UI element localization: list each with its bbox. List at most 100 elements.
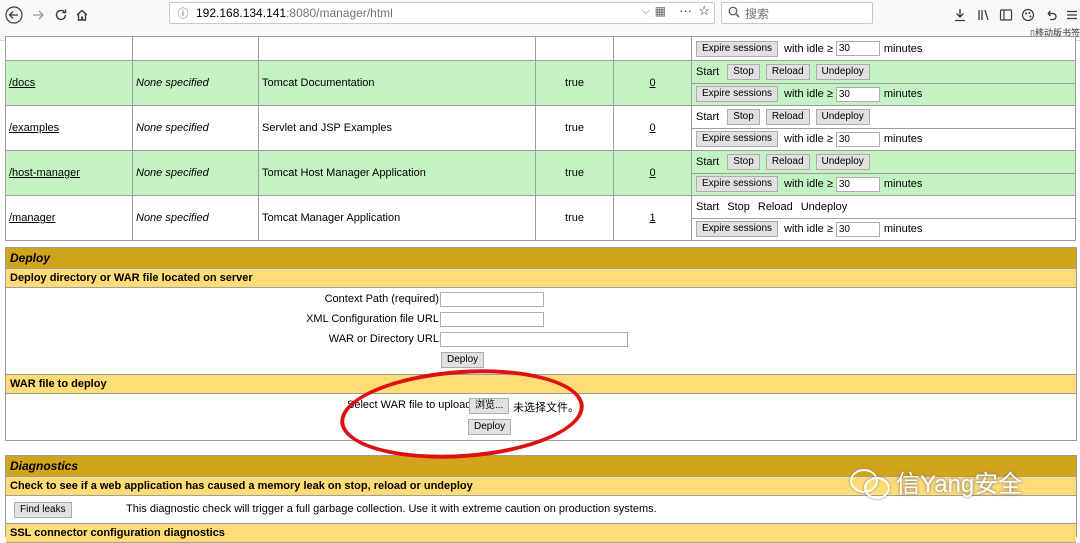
find-leaks-button[interactable]: Find leaks xyxy=(14,502,72,518)
minutes-label: minutes xyxy=(883,178,923,190)
ssl-subtitle: SSL connector configuration diagnostics xyxy=(6,523,1076,543)
with-idle-label: with idle ≥ xyxy=(784,88,833,100)
search-placeholder: 搜索 xyxy=(745,6,770,21)
app-path-link[interactable]: /docs xyxy=(9,77,35,89)
expire-sessions-button[interactable]: Expire sessions xyxy=(696,221,779,237)
watermark: 信Yang安全 xyxy=(850,464,1022,499)
start-text: Start xyxy=(696,201,720,213)
deploy-title: Deploy xyxy=(6,248,1076,269)
reload-button[interactable]: Reload xyxy=(765,109,810,125)
undeploy-button[interactable]: Undeploy xyxy=(815,154,870,170)
search-bar[interactable]: 搜索 xyxy=(721,2,873,24)
undeploy-text: Undeploy xyxy=(800,201,848,213)
applications-table: Expire sessions with idle ≥30 minutes/docs… xyxy=(5,36,1076,241)
idle-minutes-input[interactable]: 30 xyxy=(835,41,880,56)
app-path-link[interactable]: /manager xyxy=(9,212,55,224)
app-running: true xyxy=(565,212,584,224)
expire-sessions-button[interactable]: Expire sessions xyxy=(696,131,779,147)
app-row: /examples None specified Servlet and JSP E… xyxy=(5,105,1076,151)
page-actions-icon[interactable]: ··· xyxy=(679,3,692,18)
minutes-label: minutes xyxy=(883,88,923,100)
library-icon[interactable] xyxy=(974,5,994,25)
idle-minutes-input[interactable]: 30 xyxy=(835,221,880,237)
with-idle-label: with idle ≥ xyxy=(784,42,833,55)
app-path-link[interactable]: /host-manager xyxy=(9,167,80,179)
reload-button[interactable]: Reload xyxy=(765,64,810,80)
app-version: None specified xyxy=(136,122,209,134)
expire-row: Expire sessions with idle ≥30 minutes xyxy=(692,129,1075,150)
deploy-server-subtitle: Deploy directory or WAR file located on … xyxy=(6,269,1076,288)
xml-config-label: XML Configuration file URL: xyxy=(306,313,442,325)
app-display-name: Tomcat Documentation xyxy=(262,77,375,89)
app-path-link[interactable]: /examples xyxy=(9,122,59,134)
expire-row: Expire sessions with idle ≥30 minutes xyxy=(692,38,1075,59)
minutes-label: minutes xyxy=(883,223,923,235)
app-commands: Start Stop Reload Undeploy xyxy=(692,197,1075,219)
minutes-label: minutes xyxy=(883,133,923,145)
stop-text: Stop xyxy=(727,201,750,213)
app-commands: Start Stop Reload Undeploy xyxy=(692,152,1075,174)
idle-minutes-input[interactable]: 30 xyxy=(835,86,880,102)
undeploy-button[interactable]: Undeploy xyxy=(815,64,870,80)
start-text: Start xyxy=(696,156,720,168)
app-display-name: Servlet and JSP Examples xyxy=(262,122,393,134)
start-text: Start xyxy=(696,66,720,78)
expire-sessions-button[interactable]: Expire sessions xyxy=(696,40,779,57)
stop-button[interactable]: Stop xyxy=(727,154,760,170)
back-icon[interactable] xyxy=(4,5,24,25)
expire-row: Expire sessions with idle ≥30 minutes xyxy=(692,219,1075,240)
app-commands: Start Stop Reload Undeploy xyxy=(692,62,1075,84)
site-info-icon[interactable]: ⓘ xyxy=(174,5,192,21)
war-dir-input[interactable] xyxy=(440,332,628,347)
reload-icon[interactable] xyxy=(51,5,71,25)
stop-button[interactable]: Stop xyxy=(727,64,760,80)
app-commands: Start Stop Reload Undeploy xyxy=(692,107,1075,129)
url-bar[interactable]: ⓘ 192.168.134.141:8080/manager/html ⌵ ▦ … xyxy=(169,2,715,24)
app-row: Expire sessions with idle ≥30 minutes xyxy=(5,36,1076,61)
menu-icon[interactable] xyxy=(1062,5,1080,25)
undeploy-button[interactable]: Undeploy xyxy=(815,109,870,125)
reload-button[interactable]: Reload xyxy=(765,154,810,170)
expire-sessions-button[interactable]: Expire sessions xyxy=(696,86,779,102)
chevron-down-icon[interactable]: ⌵ xyxy=(642,5,650,18)
sidebar-icon[interactable] xyxy=(996,5,1016,25)
app-row: /manager None specified Tomcat Manager App… xyxy=(5,195,1076,241)
app-sessions-link[interactable]: 0 xyxy=(649,122,655,134)
qr-code-icon[interactable]: ▦ xyxy=(655,4,666,18)
expire-row: Expire sessions with idle ≥30 minutes xyxy=(692,84,1075,105)
stop-button[interactable]: Stop xyxy=(727,109,760,125)
undo-icon[interactable] xyxy=(1041,5,1061,25)
with-idle-label: with idle ≥ xyxy=(784,133,833,145)
leak-note: This diagnostic check will trigger a ful… xyxy=(126,503,657,515)
app-sessions-link[interactable]: 0 xyxy=(649,77,655,89)
idle-minutes-input[interactable]: 30 xyxy=(835,131,880,147)
forward-icon[interactable] xyxy=(28,5,48,25)
app-sessions-link[interactable]: 0 xyxy=(649,167,655,179)
app-running: true xyxy=(565,122,584,134)
context-path-input[interactable] xyxy=(440,292,544,307)
xml-config-input[interactable] xyxy=(440,312,544,327)
app-row: /host-manager None specified Tomcat Host M… xyxy=(5,150,1076,196)
with-idle-label: with idle ≥ xyxy=(784,223,833,235)
url-host: 192.168.134.141 xyxy=(196,6,287,20)
app-version: None specified xyxy=(136,77,209,89)
app-row: /docs None specified Tomcat Documentation t… xyxy=(5,60,1076,106)
expire-row: Expire sessions with idle ≥30 minutes xyxy=(692,174,1075,195)
app-display-name: Tomcat Host Manager Application xyxy=(262,167,426,179)
minutes-label: minutes xyxy=(883,42,923,55)
expire-sessions-button[interactable]: Expire sessions xyxy=(696,176,779,192)
app-running: true xyxy=(565,167,584,179)
idle-minutes-input[interactable]: 30 xyxy=(835,176,880,192)
theme-icon[interactable] xyxy=(1018,5,1038,25)
app-sessions-link[interactable]: 1 xyxy=(649,212,655,224)
download-icon[interactable] xyxy=(950,5,970,25)
bookmark-star-icon[interactable]: ☆ xyxy=(698,3,710,19)
deploy-server-button[interactable]: Deploy xyxy=(441,352,485,368)
start-text: Start xyxy=(696,111,720,123)
context-path-label: Context Path (required): xyxy=(324,293,442,305)
with-idle-label: with idle ≥ xyxy=(784,178,833,190)
war-dir-label: WAR or Directory URL: xyxy=(328,333,442,345)
reload-text: Reload xyxy=(757,201,793,213)
home-icon[interactable] xyxy=(72,5,92,25)
browser-toolbar: ⓘ 192.168.134.141:8080/manager/html ⌵ ▦ … xyxy=(0,0,1080,41)
